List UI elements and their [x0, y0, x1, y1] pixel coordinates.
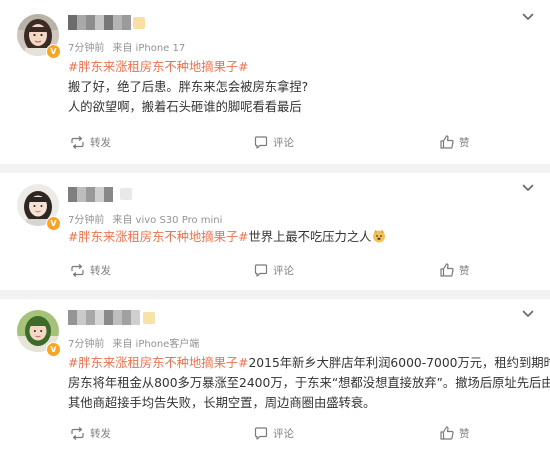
member-level-icon: [120, 188, 132, 200]
comment-card: V 7分钟前 来自 vivo S30 Pro mini #胖东来涨租房东不种地摘果…: [0, 173, 550, 290]
comment-card: V 7分钟前 来自 iPhone 17 #胖东来涨租房东不种地摘果子# 搬了好，绝…: [0, 0, 550, 164]
post-content: #胖东来涨租房东不种地摘果子#世界上最不吃压力之人: [68, 227, 544, 247]
repost-icon: [71, 426, 84, 440]
username-mosaic[interactable]: [68, 310, 140, 325]
repost-label: 转发: [90, 136, 111, 149]
thumbs-up-icon: [440, 426, 454, 440]
post-text-line: 人的欲望啊，搬着石头砸谁的脚呢看看最后: [68, 100, 302, 114]
comment-icon: [254, 135, 268, 149]
repost-icon: [71, 263, 84, 277]
topic-link[interactable]: #胖东来涨租房东不种地摘果子#: [68, 60, 248, 74]
repost-icon: [71, 135, 84, 149]
repost-button[interactable]: 转发: [70, 423, 111, 443]
like-button[interactable]: 赞: [440, 132, 470, 152]
repost-label: 转发: [90, 264, 111, 277]
like-label: 赞: [459, 264, 470, 277]
member-level-icon: [143, 312, 155, 324]
comment-button[interactable]: 评论: [254, 260, 294, 280]
comment-icon: [254, 263, 268, 277]
comment-button[interactable]: 评论: [254, 132, 294, 152]
verified-badge-icon: V: [46, 216, 61, 231]
verified-badge-icon: V: [46, 342, 61, 357]
repost-button[interactable]: 转发: [70, 132, 111, 152]
like-button[interactable]: 赞: [440, 260, 470, 280]
comment-label: 评论: [273, 264, 294, 277]
comment-card: V 7分钟前 来自 iPhone客户端 #胖东来涨租房东不种地摘果子#2015年新…: [0, 299, 550, 451]
chevron-down-icon[interactable]: [522, 309, 534, 319]
post-meta: 7分钟前 来自 vivo S30 Pro mini: [68, 211, 222, 226]
comment-label: 评论: [273, 136, 294, 149]
member-level-icon: [133, 17, 145, 29]
topic-link[interactable]: #胖东来涨租房东不种地摘果子#: [68, 230, 248, 244]
username-mosaic[interactable]: [68, 187, 113, 202]
chevron-down-icon[interactable]: [522, 183, 534, 193]
post-meta: 7分钟前 来自 iPhone 17: [68, 39, 185, 54]
comment-label: 评论: [273, 427, 294, 440]
like-label: 赞: [459, 136, 470, 149]
action-bar: 转发 评论 赞: [0, 423, 550, 443]
thumbs-up-icon: [440, 135, 454, 149]
post-time: 7分钟前: [68, 43, 105, 54]
thumbs-up-icon: [440, 263, 454, 277]
verified-badge-icon: V: [46, 44, 61, 59]
post-text-line: 其他商超接手均告失败，长期空置，周边商圈由盛转衰。: [68, 396, 376, 410]
post-text-line: 搬了好，绝了后患。胖东来怎会被房东拿捏?: [68, 80, 309, 94]
like-label: 赞: [459, 427, 470, 440]
doge-emoji-icon: [373, 229, 386, 243]
post-content: #胖东来涨租房东不种地摘果子# 搬了好，绝了后患。胖东来怎会被房东拿捏? 人的欲…: [68, 57, 544, 117]
like-button[interactable]: 赞: [440, 423, 470, 443]
comment-feed: V 7分钟前 来自 iPhone 17 #胖东来涨租房东不种地摘果子# 搬了好，绝…: [0, 0, 550, 451]
post-text-line: 房东将年租金从800多万暴涨至2400万，于东来“想都没想直接放弃”。撤场后原址…: [68, 376, 550, 390]
repost-label: 转发: [90, 427, 111, 440]
post-source: 来自 vivo S30 Pro mini: [112, 215, 223, 226]
post-text: 世界上最不吃压力之人: [248, 230, 372, 244]
chevron-down-icon[interactable]: [522, 12, 534, 22]
topic-link[interactable]: #胖东来涨租房东不种地摘果子#: [68, 356, 248, 370]
action-bar: 转发 评论 赞: [0, 260, 550, 280]
username-mosaic[interactable]: [68, 15, 131, 30]
post-source: 来自 iPhone客户端: [112, 339, 200, 350]
post-text: 2015年新乡大胖店年利润6000-7000万元，租约到期时: [248, 356, 550, 370]
comment-icon: [254, 426, 268, 440]
comment-button[interactable]: 评论: [254, 423, 294, 443]
post-meta: 7分钟前 来自 iPhone客户端: [68, 335, 199, 350]
post-time: 7分钟前: [68, 339, 105, 350]
post-time: 7分钟前: [68, 215, 105, 226]
action-bar: 转发 评论 赞: [0, 132, 550, 152]
post-source: 来自 iPhone 17: [112, 43, 186, 54]
repost-button[interactable]: 转发: [70, 260, 111, 280]
post-content: #胖东来涨租房东不种地摘果子#2015年新乡大胖店年利润6000-7000万元，…: [68, 353, 550, 413]
